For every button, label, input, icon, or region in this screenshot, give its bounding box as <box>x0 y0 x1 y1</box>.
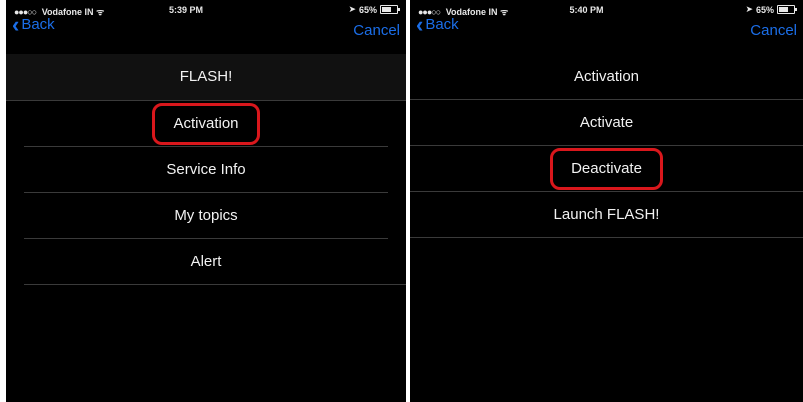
menu-title: Activation <box>410 54 803 100</box>
highlight-ring: Deactivate <box>550 148 663 190</box>
status-bar: ●●●○○ Vodafone IN ᯤ 5:39 PM ➤ 65% <box>6 0 406 22</box>
menu-item-activation[interactable]: Activation <box>6 101 406 147</box>
battery-status: ➤ 65% <box>348 4 400 15</box>
menu-item-label: Service Info <box>166 161 246 178</box>
menu-list: FLASH! Activation Service Info My topics… <box>6 54 406 285</box>
location-arrow-icon: ➤ <box>348 4 356 14</box>
status-bar: ●●●○○ Vodafone IN ᯤ 5:40 PM ➤ 65% <box>410 0 803 22</box>
back-button[interactable]: ‹ Back <box>12 11 55 37</box>
menu-title-text: Activation <box>573 68 640 85</box>
right-phone-screen: ●●●○○ Vodafone IN ᯤ 5:40 PM ➤ 65% ‹ Back… <box>410 0 803 402</box>
menu-title-text: FLASH! <box>179 68 233 85</box>
menu-item-label: Launch FLASH! <box>553 206 660 223</box>
back-label: Back <box>21 16 55 33</box>
battery-status: ➤ 65% <box>745 4 797 15</box>
left-phone-screen: ●●●○○ Vodafone IN ᯤ 5:39 PM ➤ 65% ‹ Back… <box>6 0 406 402</box>
menu-item-label: Activation <box>173 115 239 132</box>
menu-item-launch-flash[interactable]: Launch FLASH! <box>410 192 803 238</box>
menu-item-service-info[interactable]: Service Info <box>6 147 406 193</box>
location-arrow-icon: ➤ <box>745 4 753 14</box>
menu-item-activate[interactable]: Activate <box>410 100 803 146</box>
menu-list: Activation Activate Deactivate Launch FL… <box>410 54 803 238</box>
menu-item-label: Activate <box>579 114 634 131</box>
cancel-button[interactable]: Cancel <box>750 22 797 39</box>
menu-item-label: My topics <box>174 207 238 224</box>
menu-item-alert[interactable]: Alert <box>6 239 406 285</box>
menu-item-label: Alert <box>190 253 222 270</box>
battery-icon <box>380 5 400 14</box>
menu-title: FLASH! <box>6 54 406 101</box>
menu-item-deactivate[interactable]: Deactivate <box>410 146 803 192</box>
cancel-button[interactable]: Cancel <box>353 22 400 39</box>
battery-percent: 65% <box>358 4 377 15</box>
battery-icon <box>777 5 797 14</box>
highlight-ring: Activation <box>152 103 260 145</box>
back-label: Back <box>425 16 459 33</box>
menu-item-my-topics[interactable]: My topics <box>6 193 406 239</box>
status-time: 5:40 PM <box>569 5 604 15</box>
menu-item-label: Deactivate <box>571 160 642 177</box>
battery-percent: 65% <box>755 4 774 15</box>
chevron-left-icon: ‹ <box>12 11 20 37</box>
status-time: 5:39 PM <box>168 5 203 15</box>
chevron-left-icon: ‹ <box>416 11 424 37</box>
back-button[interactable]: ‹ Back <box>416 11 459 37</box>
